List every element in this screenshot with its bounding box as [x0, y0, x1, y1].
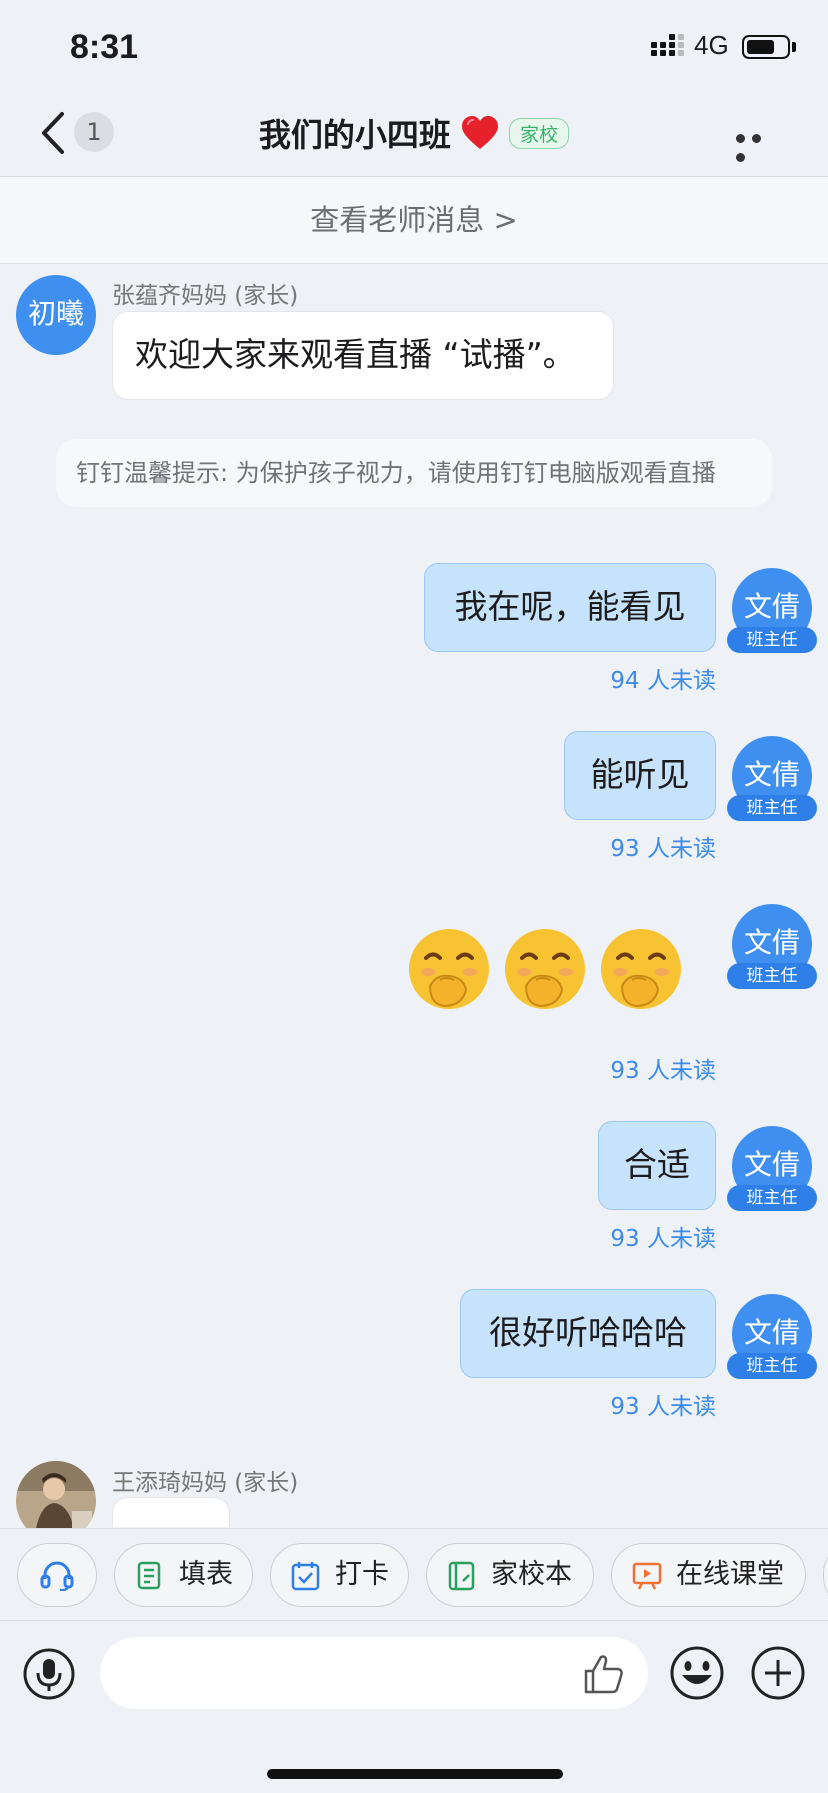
thumbs-up-icon[interactable]: [582, 1653, 626, 1695]
message-bubble[interactable]: 能听见: [564, 731, 716, 820]
face-with-hand-over-mouth-icon: [505, 929, 585, 1009]
battery-icon: [742, 35, 790, 59]
quick-toolbar: 填表 打卡 家校本 在线课堂: [0, 1528, 828, 1621]
network-type: 4G: [694, 30, 729, 60]
emoji-message[interactable]: [406, 926, 696, 1016]
more-options-icon[interactable]: [736, 128, 782, 162]
signal-icon: [651, 34, 684, 56]
microphone-icon[interactable]: [22, 1647, 76, 1701]
emoji-icon[interactable]: [669, 1645, 725, 1701]
read-status[interactable]: 93 人未读: [416, 1051, 716, 1085]
form-icon: [137, 1561, 161, 1590]
avatar[interactable]: 初曦: [16, 275, 96, 355]
input-bar: [0, 1620, 828, 1793]
group-type-tag: 家校: [509, 117, 570, 149]
presentation-icon: [632, 1562, 662, 1590]
message-bubble[interactable]: 欢迎大家来观看直播 “试播”。: [112, 311, 614, 400]
plus-icon[interactable]: [750, 1645, 806, 1701]
read-status[interactable]: 94 人未读: [416, 661, 716, 695]
online-class-button[interactable]: 在线课堂: [611, 1543, 806, 1607]
notebook-icon: [448, 1561, 475, 1591]
sender-name: 王添琦妈妈 (家长): [112, 1470, 299, 1496]
message-bubble[interactable]: [112, 1497, 230, 1527]
battery-tip: [792, 42, 796, 52]
role-tag: 班主任: [727, 1185, 817, 1211]
checkin-button[interactable]: 打卡: [270, 1543, 409, 1607]
notebook-button[interactable]: 家校本: [426, 1543, 594, 1607]
home-indicator: [267, 1769, 563, 1779]
face-with-hand-over-mouth-icon: [409, 929, 489, 1009]
heart-icon: [462, 116, 498, 149]
role-tag: 班主任: [727, 627, 817, 653]
read-status[interactable]: 93 人未读: [416, 1219, 716, 1253]
checkin-icon: [291, 1562, 320, 1591]
nav-title-group[interactable]: 我们的小四班 家校: [0, 110, 828, 156]
group-name: 我们的小四班: [258, 116, 451, 154]
role-tag: 班主任: [727, 1353, 817, 1379]
toolbar-overflow-chip[interactable]: [823, 1543, 828, 1607]
system-tip: 钉钉温馨提示: 为保护孩子视力，请使用钉钉电脑版观看直播: [56, 439, 772, 507]
sender-name: 张蕴齐妈妈 (家长): [112, 283, 299, 309]
headset-button[interactable]: [17, 1543, 97, 1607]
form-label: 填表: [179, 1559, 233, 1590]
read-status[interactable]: 93 人未读: [416, 1387, 716, 1421]
online-class-label: 在线课堂: [676, 1559, 784, 1590]
message-bubble[interactable]: 合适: [598, 1121, 716, 1210]
role-tag: 班主任: [727, 963, 817, 989]
notebook-label: 家校本: [491, 1559, 572, 1590]
message-bubble[interactable]: 很好听哈哈哈: [460, 1289, 716, 1378]
read-status[interactable]: 93 人未读: [416, 829, 716, 863]
headset-icon: [40, 1561, 74, 1591]
view-teacher-messages-bar[interactable]: 查看老师消息 >: [0, 177, 828, 264]
message-bubble[interactable]: 我在呢，能看见: [424, 563, 716, 652]
checkin-label: 打卡: [335, 1559, 389, 1590]
status-time: 8:31: [70, 28, 139, 66]
face-with-hand-over-mouth-icon: [601, 929, 681, 1009]
form-button[interactable]: 填表: [114, 1543, 253, 1607]
message-input[interactable]: [100, 1637, 648, 1709]
nav-bar: 1 我们的小四班 家校: [0, 90, 828, 177]
role-tag: 班主任: [727, 795, 817, 821]
